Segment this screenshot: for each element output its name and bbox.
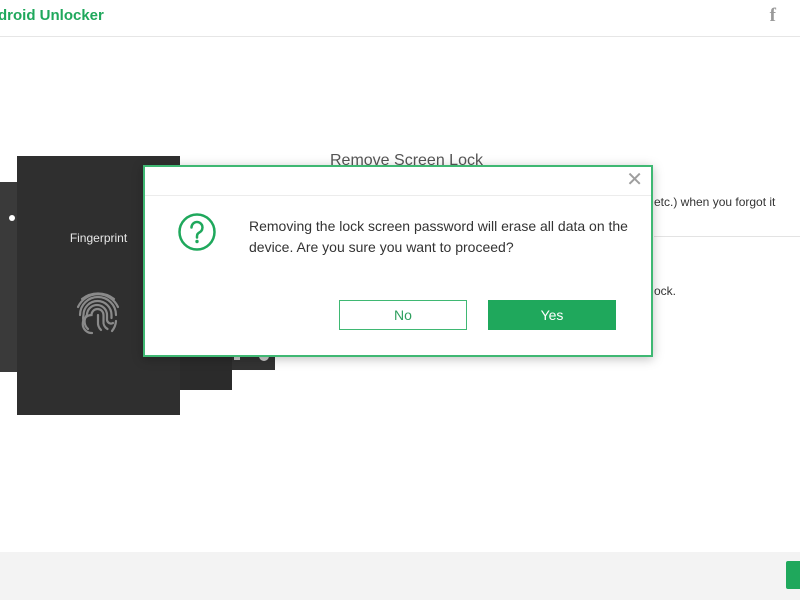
title-bar: droid Unlocker f	[0, 0, 800, 37]
background-description-2: ock.	[654, 284, 677, 298]
dialog-message: Removing the lock screen password will e…	[249, 218, 628, 255]
yes-button[interactable]: Yes	[488, 300, 616, 330]
background-description: etc.) when you forgot it	[654, 195, 776, 209]
question-icon	[178, 213, 216, 251]
confirm-dialog: ✕ Removing the lock screen password will…	[143, 165, 653, 357]
no-button[interactable]: No	[339, 300, 467, 330]
app-title: droid Unlocker	[0, 7, 104, 24]
close-icon[interactable]: ✕	[626, 170, 643, 190]
fingerprint-icon	[76, 292, 120, 335]
start-button[interactable]	[786, 561, 800, 589]
background-divider	[654, 236, 800, 237]
dialog-divider	[145, 195, 651, 196]
footer-bar	[0, 552, 800, 600]
app-window: droid Unlocker f Fingerprint Remove Scre…	[0, 0, 800, 600]
facebook-icon[interactable]: f	[770, 5, 776, 27]
card-dot	[9, 215, 15, 221]
